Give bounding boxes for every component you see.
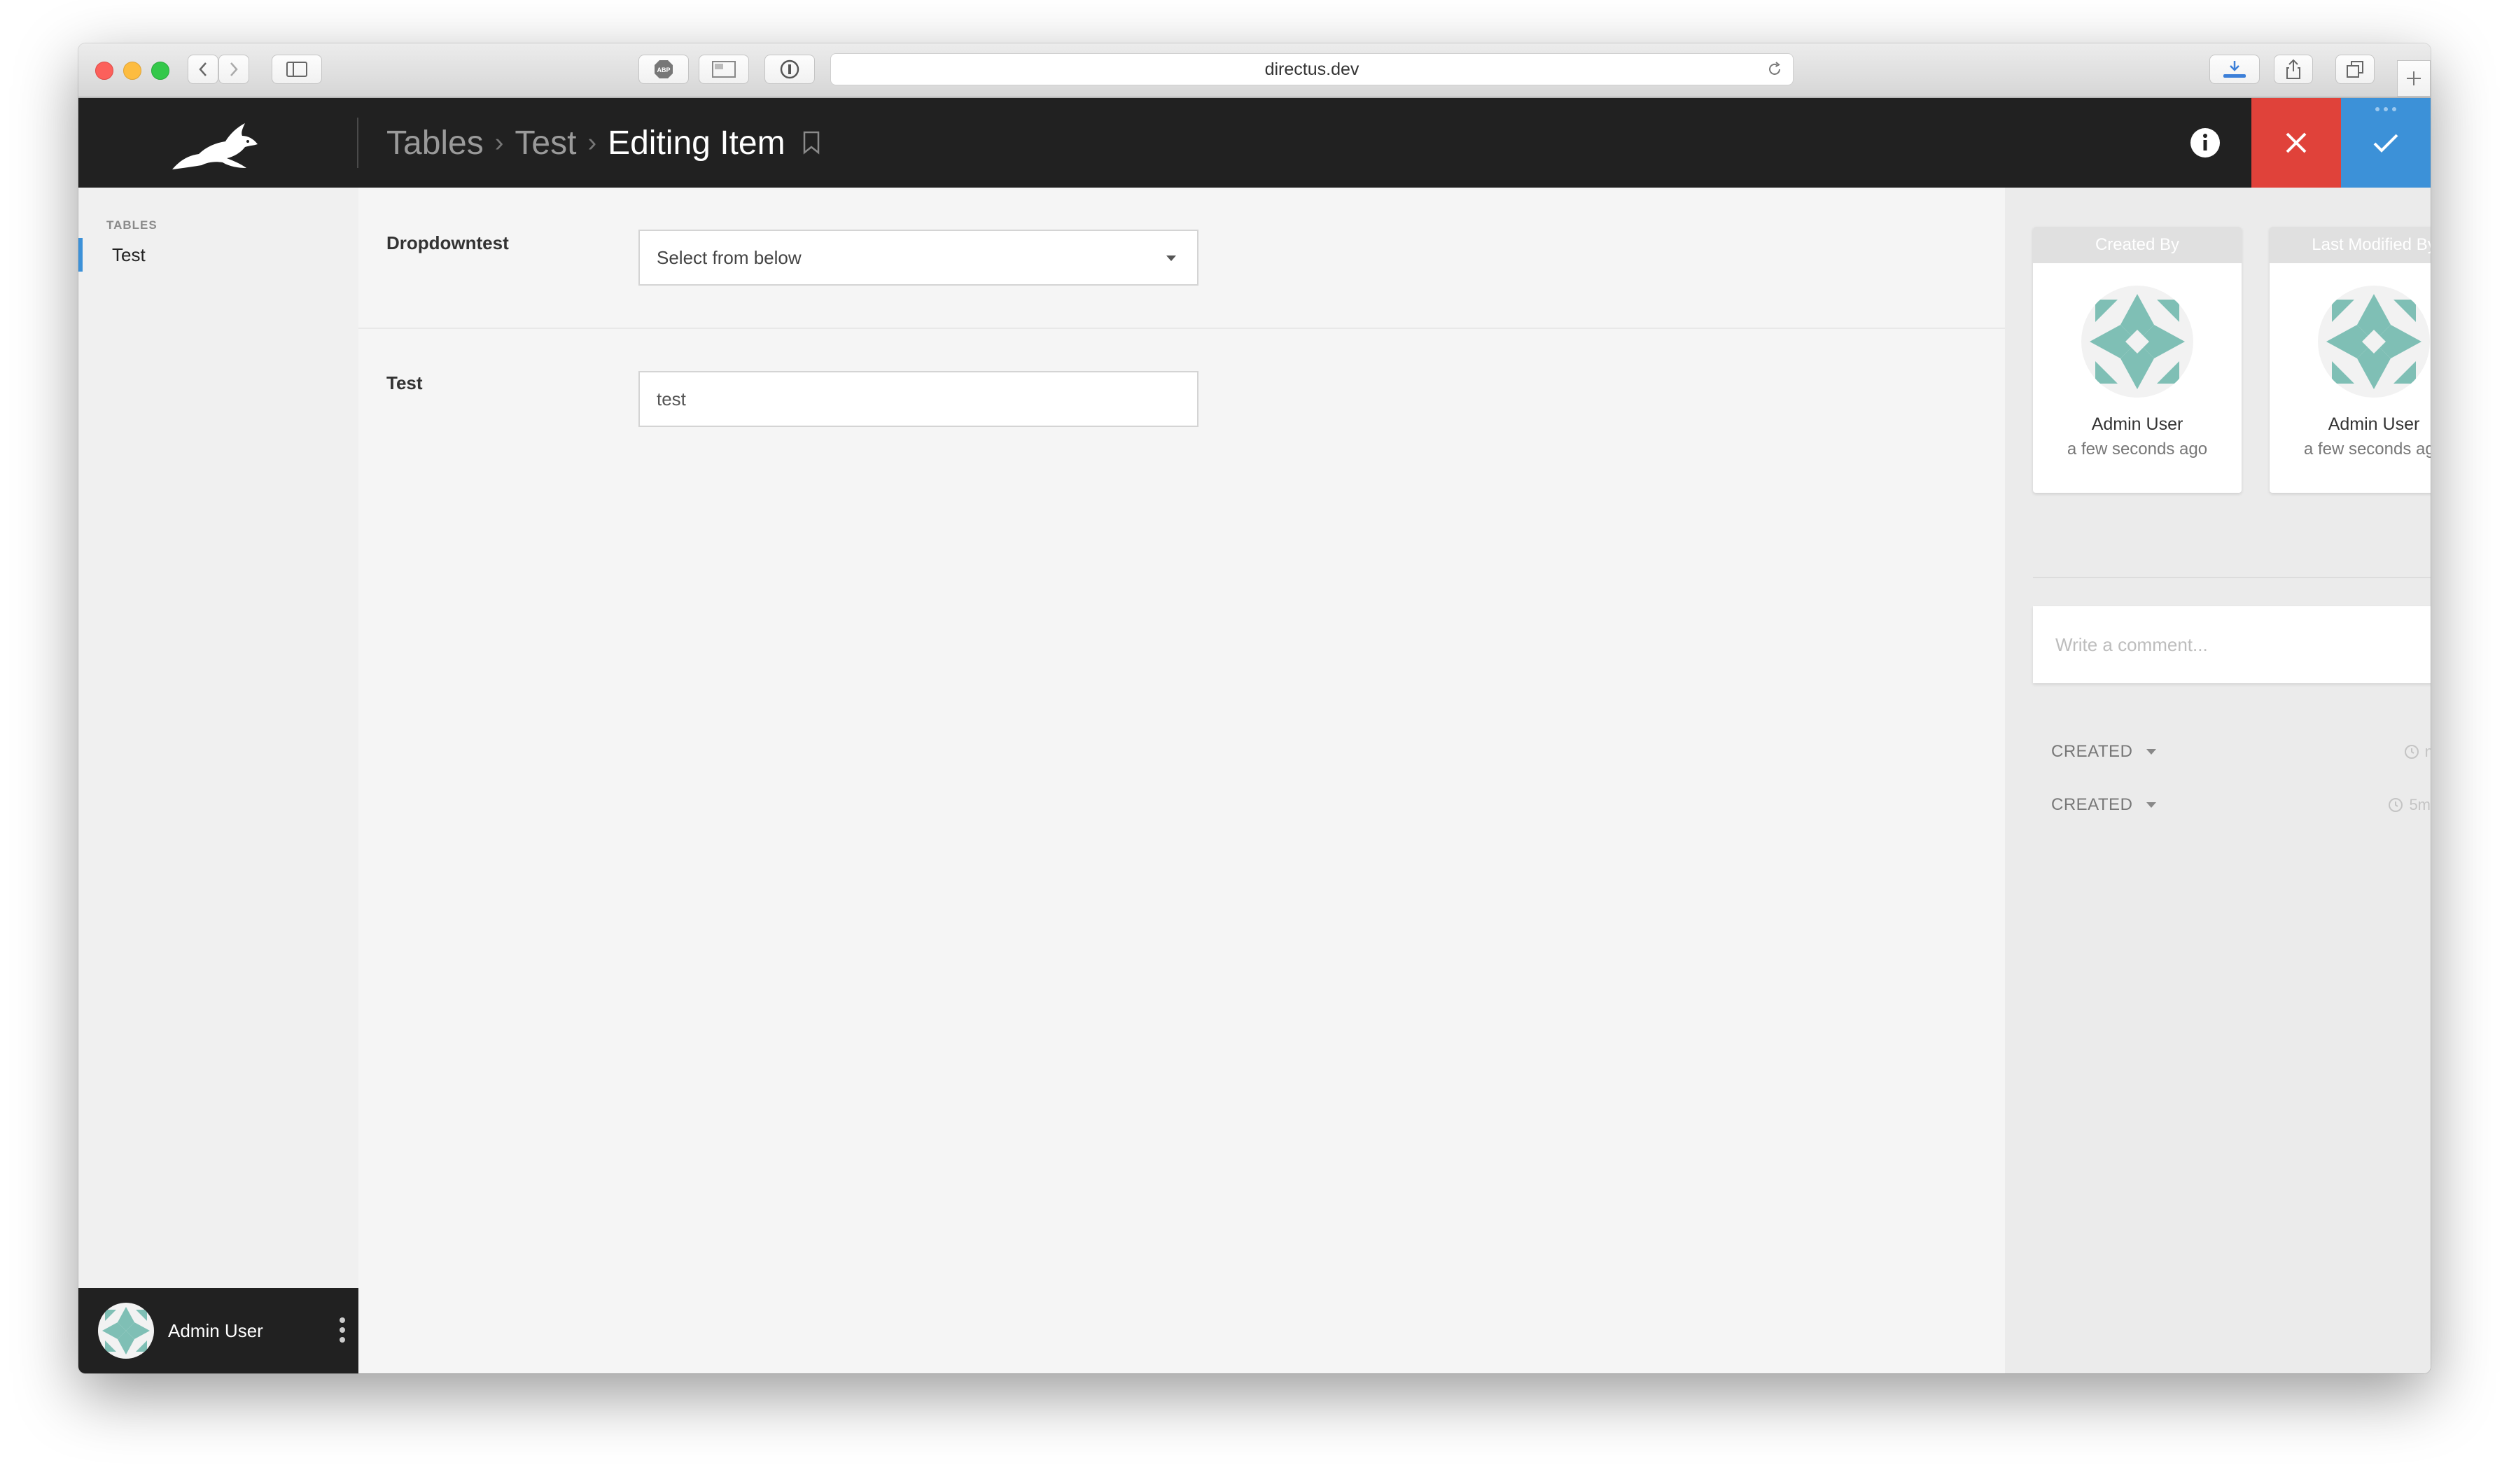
comment-input[interactable] <box>2033 606 2431 683</box>
caret-down-icon <box>2146 749 2157 755</box>
select-value: Select from below <box>657 246 802 268</box>
save-button[interactable] <box>2341 98 2431 188</box>
activity-type: CREATED <box>2051 795 2133 814</box>
breadcrumb-separator: › <box>587 127 597 158</box>
breadcrumb-current: Editing Item <box>608 124 785 162</box>
field-row-dropdowntest: Dropdowntest Select from below <box>358 188 2005 329</box>
download-icon <box>2223 61 2246 78</box>
info-button[interactable] <box>2188 126 2222 160</box>
image-icon <box>712 61 736 78</box>
sidebar-item-test[interactable]: Test <box>78 238 358 272</box>
field-label: Dropdowntest <box>386 232 509 253</box>
chevron-right-icon <box>230 62 238 76</box>
downloads-button[interactable] <box>2209 55 2260 84</box>
avatar <box>2081 286 2193 398</box>
field-label: Test <box>386 372 423 393</box>
zoom-window-button[interactable] <box>151 62 169 80</box>
card-heading: Created By <box>2033 227 2242 263</box>
bookmark-button[interactable] <box>802 131 820 155</box>
address-bar[interactable]: directus.dev <box>830 53 1794 85</box>
rabbit-logo-icon <box>172 123 258 169</box>
created-by-card: Created By Admin User a few seconds ago <box>2033 227 2242 493</box>
avatar <box>2318 286 2430 398</box>
avatar-pattern-icon <box>2081 286 2193 398</box>
activity-time-text: 5m <box>2409 796 2431 813</box>
kebab-menu-icon[interactable] <box>339 1316 346 1344</box>
activity-expand-button[interactable] <box>2145 748 2158 755</box>
share-icon <box>2286 59 2300 79</box>
adblock-button[interactable]: ABP <box>638 55 689 84</box>
svg-text:ABP: ABP <box>657 66 670 74</box>
caret-down-icon <box>1166 255 1176 261</box>
activity-expand-button[interactable] <box>2145 802 2158 808</box>
close-window-button[interactable] <box>95 62 113 80</box>
plus-icon <box>2407 71 2421 85</box>
clock-icon <box>2389 798 2403 812</box>
onepassword-icon <box>780 59 799 79</box>
field-row-test: Test <box>358 329 2005 469</box>
activity-type: CREATED <box>2051 742 2133 761</box>
url-text: directus.dev <box>1264 59 1360 79</box>
active-indicator <box>78 238 83 272</box>
activity-item[interactable]: CREATED 5m <box>2033 791 2431 819</box>
close-icon <box>2286 132 2307 153</box>
sidebar-item-label: Test <box>112 244 146 265</box>
reload-icon[interactable] <box>1766 61 1783 78</box>
modified-by-card: Last Modified By Admin User a few second… <box>2270 227 2431 493</box>
card-heading: Last Modified By <box>2270 227 2431 263</box>
chevron-left-icon <box>199 62 207 76</box>
bookmark-icon <box>803 131 819 155</box>
header-divider <box>357 118 358 168</box>
tabs-overview-button[interactable] <box>2335 55 2375 84</box>
back-button[interactable] <box>188 55 218 84</box>
browser-window: ABP directus.dev Tables › Test › Editing… <box>78 43 2431 1373</box>
created-by-time: a few seconds ago <box>2067 440 2208 458</box>
app-header: Tables › Test › Editing Item <box>78 98 2431 188</box>
directus-logo[interactable] <box>168 118 260 176</box>
modified-by-time: a few seconds ago <box>2303 440 2431 458</box>
modified-by-name: Admin User <box>2328 414 2420 434</box>
info-panel: Created By Admin User a few seconds ago <box>2005 188 2431 1373</box>
clock-icon <box>2404 745 2419 759</box>
breadcrumb-tables[interactable]: Tables <box>386 124 484 162</box>
sidebar-icon <box>286 62 307 77</box>
sidebar-heading: TABLES <box>106 218 158 232</box>
browser-toolbar: ABP directus.dev <box>78 43 2431 98</box>
activity-time: now <box>2404 743 2431 761</box>
test-input[interactable] <box>638 371 1198 427</box>
user-bar[interactable]: Admin User <box>78 1288 358 1373</box>
more-options-icon[interactable] <box>2375 106 2397 112</box>
dropdowntest-select[interactable]: Select from below <box>638 230 1198 286</box>
avatar-pattern-icon <box>98 1303 154 1359</box>
avatar <box>98 1303 154 1359</box>
edit-form: Dropdowntest Select from below Test <box>358 188 2005 1373</box>
info-icon <box>2190 128 2220 158</box>
activity-item[interactable]: CREATED now <box>2033 738 2431 766</box>
activity-time: 5m <box>2388 796 2431 814</box>
activity-time-text: now <box>2424 743 2431 760</box>
breadcrumb-test[interactable]: Test <box>515 124 576 162</box>
cancel-button[interactable] <box>2251 98 2341 188</box>
sidebar-toggle-button[interactable] <box>272 55 322 84</box>
forward-button[interactable] <box>218 55 249 84</box>
new-tab-button[interactable] <box>2397 60 2431 97</box>
minimize-window-button[interactable] <box>123 62 141 80</box>
user-name: Admin User <box>168 1320 263 1341</box>
check-icon <box>2373 134 2398 153</box>
created-by-name: Admin User <box>2091 414 2183 434</box>
share-button[interactable] <box>2274 55 2313 84</box>
password-button[interactable] <box>764 55 815 84</box>
panel-divider <box>2033 577 2431 578</box>
breadcrumb: Tables › Test › Editing Item <box>386 98 820 188</box>
adblock-icon: ABP <box>655 60 673 78</box>
avatar-pattern-icon <box>2318 286 2430 398</box>
reader-button[interactable] <box>699 55 749 84</box>
breadcrumb-separator: › <box>494 127 504 158</box>
tabs-icon <box>2347 61 2363 78</box>
caret-down-icon <box>2146 802 2157 808</box>
sidebar: TABLES Test Admin User <box>78 188 358 1373</box>
